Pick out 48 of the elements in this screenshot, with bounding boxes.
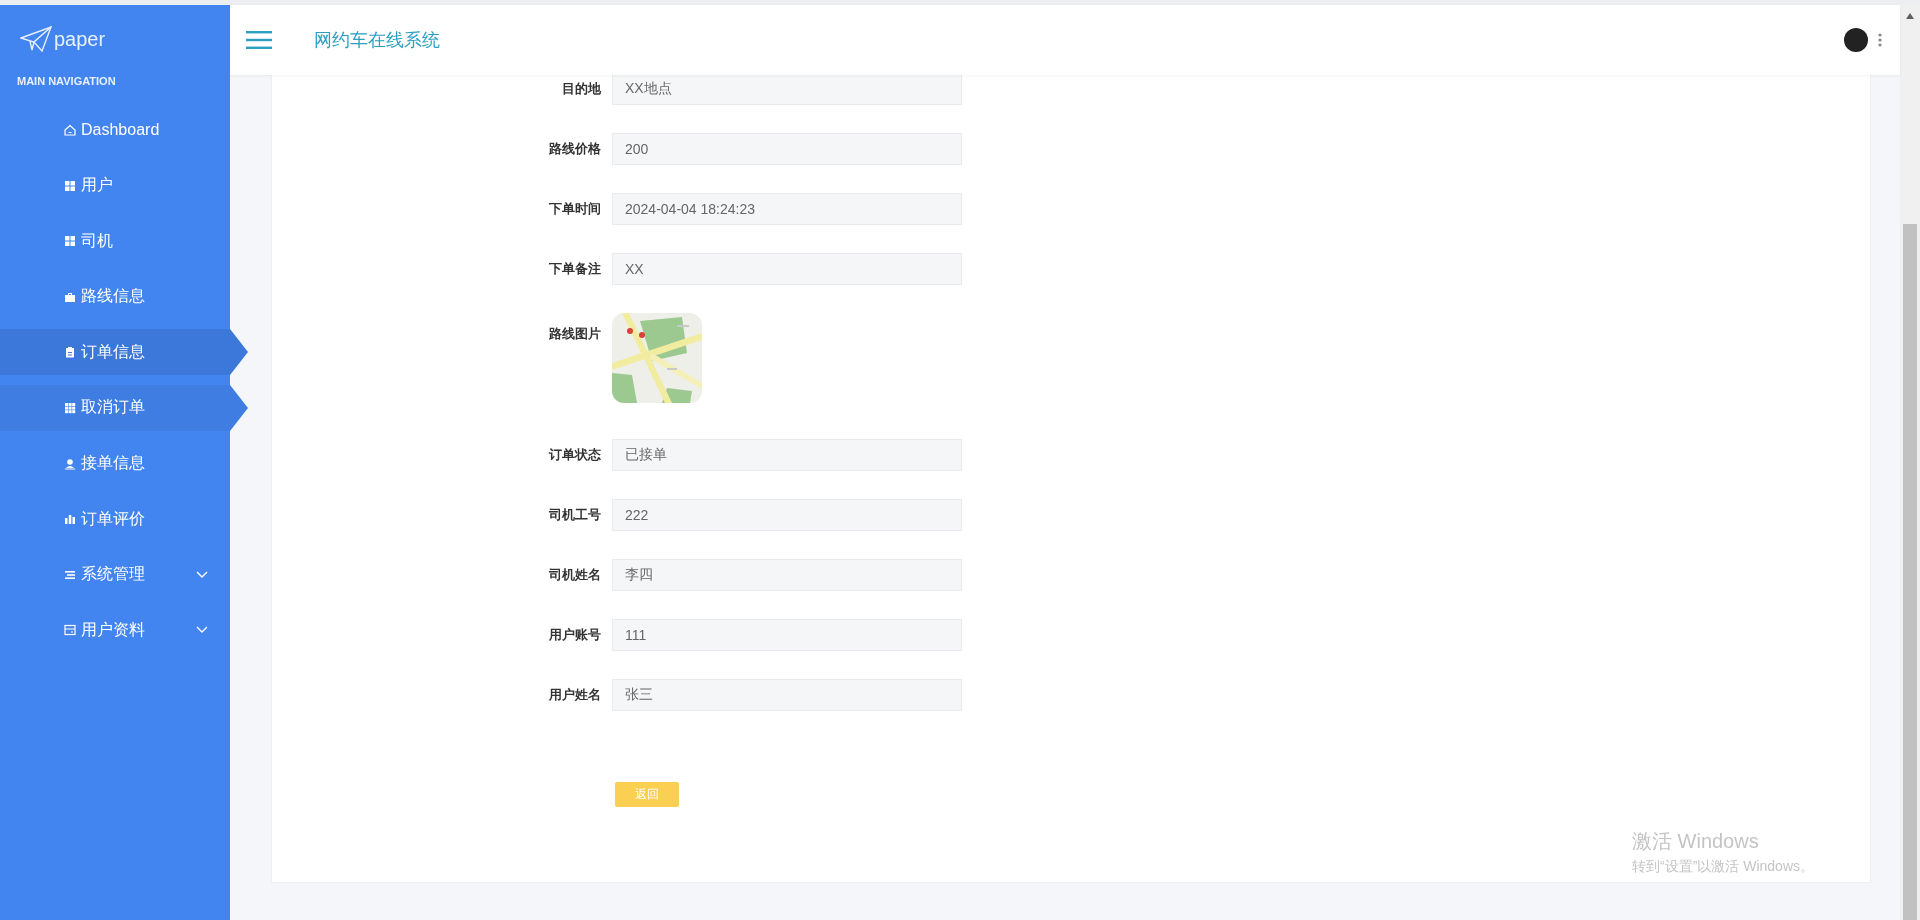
list-icon	[64, 568, 76, 581]
nav-item[interactable]: 用户资料	[0, 607, 230, 654]
input-field[interactable]: 已接单	[612, 439, 962, 471]
app-title: 网约车在线系统	[314, 29, 440, 52]
grid-icon	[64, 179, 76, 192]
bar-chart-icon	[64, 513, 76, 526]
activation-subtitle: 转到“设置”以激活 Windows。	[1632, 858, 1814, 876]
input-field[interactable]: 111	[612, 619, 962, 651]
nav-item[interactable]: 接单信息	[0, 440, 230, 487]
nav-item[interactable]: 路线信息	[0, 273, 230, 320]
field-label: 路线图片	[548, 325, 602, 343]
field-label: 用户账号	[548, 626, 602, 644]
nav-item[interactable]: Dashboard	[0, 107, 230, 153]
avatar[interactable]	[1844, 28, 1868, 52]
field-label: 路线价格	[548, 140, 602, 158]
input-field[interactable]: 2024-04-04 18:24:23	[612, 193, 962, 225]
field-label: 司机姓名	[548, 566, 602, 584]
input-field[interactable]: XX地点	[612, 75, 962, 105]
nav-item[interactable]: 司机	[0, 218, 230, 265]
field-label: 目的地	[561, 80, 602, 98]
input-field[interactable]: 200	[612, 133, 962, 165]
briefcase-icon	[64, 290, 76, 303]
nav-item[interactable]: 订单评价	[0, 496, 230, 543]
scrollbar[interactable]	[1900, 5, 1920, 920]
home-icon	[64, 124, 76, 136]
nav-item[interactable]: 用户	[0, 162, 230, 209]
field-label: 下单备注	[548, 260, 602, 278]
input-field[interactable]: XX	[612, 253, 962, 285]
field-label: 司机工号	[548, 506, 602, 524]
clipboard-icon	[64, 346, 76, 359]
grid-icon	[64, 235, 76, 248]
card-icon	[64, 624, 76, 637]
input-field[interactable]: 李四	[612, 559, 962, 591]
field-label: 用户姓名	[548, 686, 602, 704]
menu-icon[interactable]	[246, 31, 272, 49]
grid-icon	[64, 401, 76, 414]
section-title: MAIN NAVIGATION	[16, 74, 117, 87]
input-field[interactable]: 222	[612, 499, 962, 531]
more-icon[interactable]	[1878, 33, 1882, 47]
field-label: 订单状态	[548, 446, 602, 464]
logo-text: paper	[54, 27, 106, 51]
nav-item[interactable]: 系统管理	[0, 551, 230, 598]
paper-plane-icon	[20, 26, 52, 52]
user-icon	[64, 457, 76, 470]
scroll-up-icon[interactable]	[1906, 13, 1914, 19]
input-field[interactable]: 张三	[612, 679, 962, 711]
field-label: 下单时间	[548, 200, 602, 218]
activation-title: 激活 Windows	[1632, 829, 1760, 854]
